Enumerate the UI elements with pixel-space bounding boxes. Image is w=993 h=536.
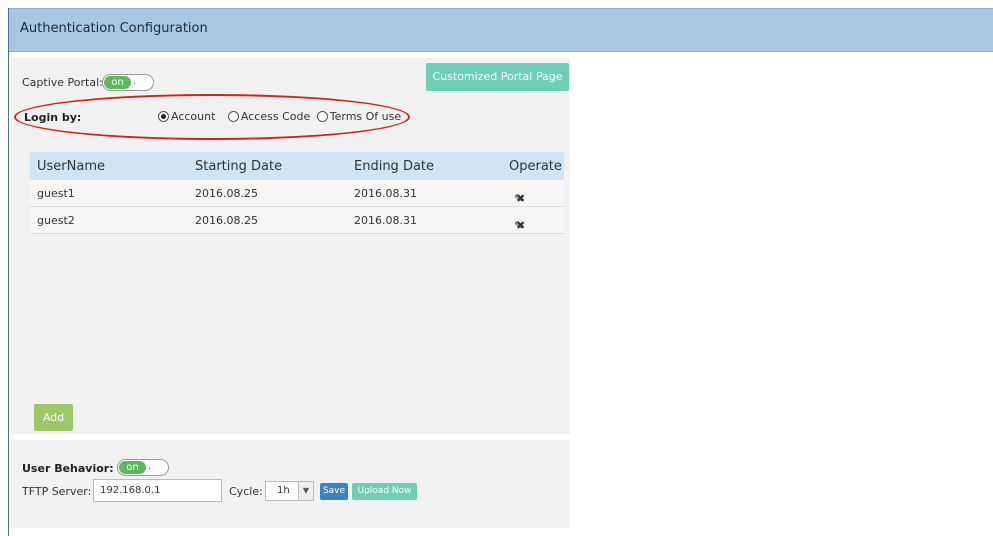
toggle-knob: . [133,76,137,87]
captive-portal-toggle[interactable]: on . [102,74,154,91]
toggle-knob: . [148,461,152,472]
add-button[interactable]: Add [34,404,73,431]
header-starting-date: Starting Date [195,159,283,174]
user-behavior-label: User Behavior: [22,462,114,475]
user-behavior-toggle[interactable]: on . [117,459,169,476]
radio-access-code-label: Access Code [240,110,311,123]
toggle-on-label: on [119,461,146,474]
radio-checked-icon [158,111,169,122]
header-username: UserName [37,159,105,174]
radio-unchecked-icon [316,111,328,122]
tftp-server-label: TFTP Server: [22,485,92,498]
dialog-header: Authentication Configuration × [9,8,993,52]
dialog-title: Authentication Configuration [20,21,208,36]
cycle-select[interactable]: 1h ▼ [265,481,314,501]
cell-username: guest2 [37,214,75,227]
radio-unchecked-icon [227,111,239,122]
captive-portal-label: Captive Portal: [22,76,103,89]
save-button[interactable]: Save [320,483,348,500]
close-icon[interactable]: × [979,20,992,39]
radio-terms-of-use-label: Terms Of use [329,110,402,123]
table-row: guest1 2016.08.25 2016.08.31 ✎ ✖ [30,180,564,207]
cycle-label: Cycle: [229,485,263,498]
cell-end-date: 2016.08.31 [354,214,417,227]
chevron-down-icon: ▼ [298,482,313,500]
radio-account-label: Account [171,110,216,123]
delete-icon[interactable]: ✖ [516,192,525,205]
toggle-on-label: on [104,76,131,89]
radio-terms-of-use[interactable]: Terms Of use [316,110,402,123]
cell-username: guest1 [37,187,75,200]
table-header: UserName Starting Date Ending Date Opera… [30,152,564,180]
header-ending-date: Ending Date [354,159,435,174]
users-table: UserName Starting Date Ending Date Opera… [30,152,564,234]
radio-account[interactable]: Account [158,110,215,123]
cell-end-date: 2016.08.31 [354,187,417,200]
cycle-value: 1h [277,485,290,496]
table-row: guest2 2016.08.25 2016.08.31 ✎ ✖ [30,207,564,234]
customized-portal-page-button[interactable]: Customized Portal Page [426,63,569,91]
login-by-label: Login by: [24,111,82,124]
upload-now-button[interactable]: Upload Now [352,483,417,500]
radio-access-code[interactable]: Access Code [227,110,311,123]
delete-icon[interactable]: ✖ [516,219,525,232]
tftp-server-input[interactable] [93,479,222,502]
header-operate: Operate [509,159,562,174]
cell-start-date: 2016.08.25 [195,187,258,200]
login-by-radio-group: Account Access Code Terms Of use [158,110,401,125]
cell-start-date: 2016.08.25 [195,214,258,227]
